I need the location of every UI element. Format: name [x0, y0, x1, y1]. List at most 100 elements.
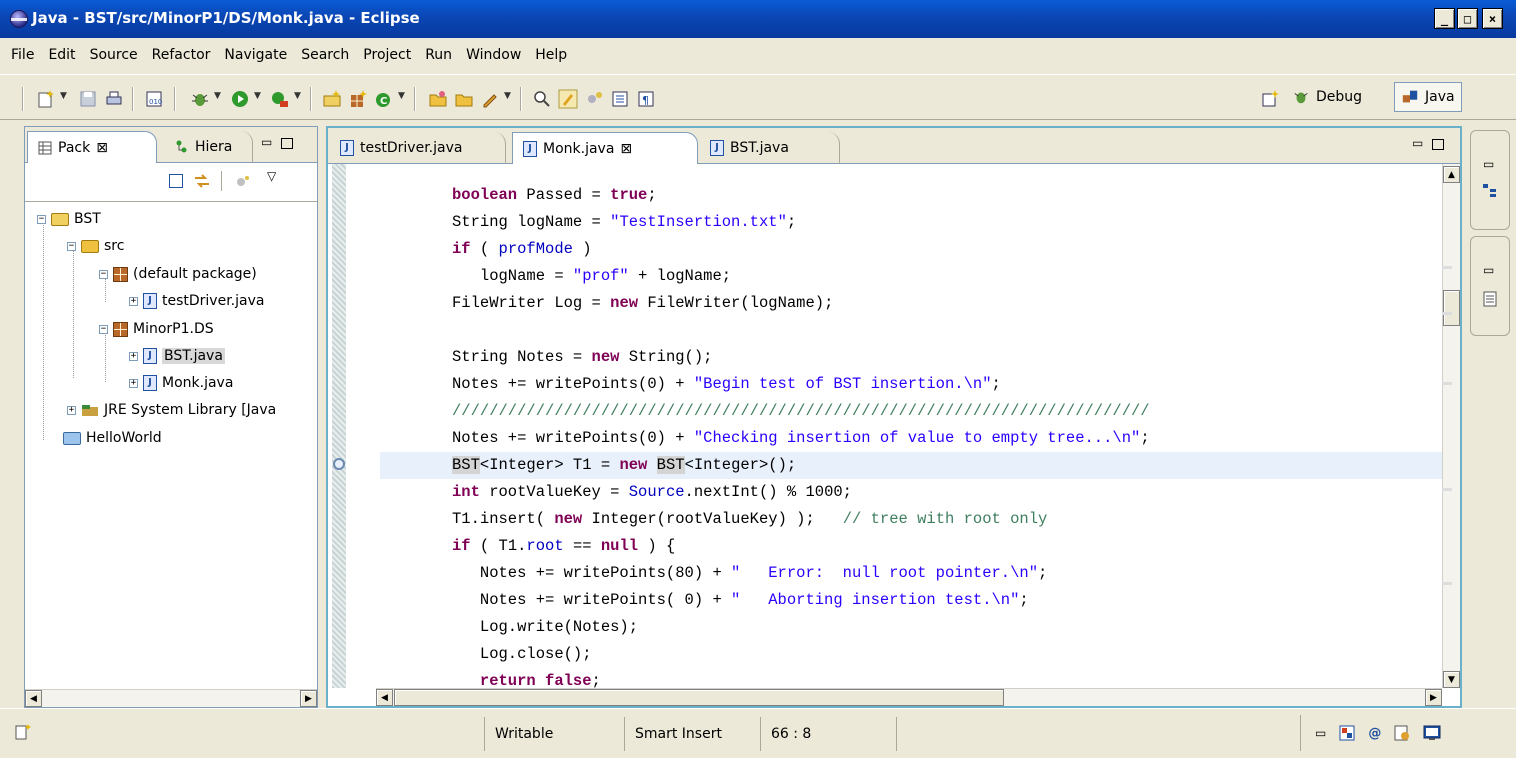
scroll-right-icon[interactable]: ▶ — [300, 690, 317, 707]
tree-expander-icon[interactable]: − — [99, 324, 108, 334]
run-icon[interactable] — [230, 89, 250, 109]
code-line[interactable]: BST<Integer> T1 = new BST<Integer>(); — [380, 452, 1442, 479]
tree-expander-icon[interactable]: + — [129, 351, 138, 361]
code-line[interactable]: String Notes = new String(); — [380, 344, 1442, 371]
new-java-package-icon[interactable] — [348, 89, 368, 109]
restore-view-icon[interactable]: ▭ — [1483, 157, 1494, 171]
link-with-editor-icon[interactable] — [193, 172, 211, 190]
tree-item-testdriver[interactable]: + J testDriver.java — [129, 290, 264, 312]
menu-file[interactable]: File — [4, 47, 41, 63]
code-line[interactable]: ////////////////////////////////////////… — [380, 398, 1442, 425]
declaration-icon[interactable] — [1393, 724, 1411, 742]
open-type-icon[interactable]: 010 — [144, 89, 164, 109]
fast-view-icon[interactable] — [14, 723, 32, 741]
new-java-class-icon[interactable]: C — [374, 89, 394, 109]
new-java-project-icon[interactable] — [322, 89, 342, 109]
tree-item-bst-project[interactable]: − BST — [37, 208, 101, 230]
tree-expander-icon[interactable]: − — [67, 241, 76, 251]
code-line[interactable]: FileWriter Log = new FileWriter(logName)… — [380, 290, 1442, 317]
tree-expander-icon[interactable]: + — [129, 296, 138, 306]
editor-horizontal-scrollbar[interactable]: ◀ ▶ — [376, 688, 1442, 706]
menu-navigate[interactable]: Navigate — [217, 47, 294, 63]
restore-icon[interactable]: ▭ — [1315, 726, 1326, 740]
tree-expander-icon[interactable]: + — [67, 405, 76, 415]
tab-hierarchy[interactable]: Hiera — [165, 131, 253, 163]
tree-expander-icon[interactable]: + — [129, 378, 138, 388]
tree-expander-icon[interactable]: − — [99, 269, 108, 279]
save-icon[interactable] — [78, 89, 98, 109]
tree-item-jre-library[interactable]: + JRE System Library [Java — [67, 399, 317, 421]
new-dropdown-icon[interactable]: ▼ — [60, 91, 67, 101]
tree-horizontal-scrollbar[interactable]: ◀ ▶ — [25, 689, 317, 707]
tree-item-monk-java[interactable]: + J Monk.java — [129, 372, 233, 394]
code-line[interactable]: Notes += writePoints(0) + "Checking inse… — [380, 425, 1442, 452]
tab-testdriver-java[interactable]: J testDriver.java — [330, 132, 506, 164]
tab-close-icon[interactable]: ⊠ — [96, 140, 108, 156]
toggle-breadcrumb-icon[interactable] — [584, 89, 604, 109]
search-icon[interactable] — [532, 89, 552, 109]
code-line[interactable]: if ( T1.root == null ) { — [380, 533, 1442, 560]
menu-help[interactable]: Help — [528, 47, 574, 63]
code-line[interactable] — [380, 317, 1442, 344]
edit-dropdown-icon[interactable]: ▼ — [504, 91, 511, 101]
code-line[interactable]: T1.insert( new Integer(rootValueKey) ); … — [380, 506, 1442, 533]
menu-refactor[interactable]: Refactor — [145, 47, 218, 63]
tab-bst-java[interactable]: J BST.java — [700, 132, 840, 164]
task-list-icon[interactable] — [1482, 291, 1498, 307]
code-line[interactable]: if ( profMode ) — [380, 236, 1442, 263]
print-icon[interactable] — [104, 89, 124, 109]
console-icon[interactable] — [1423, 724, 1441, 742]
scroll-right-icon[interactable]: ▶ — [1425, 689, 1442, 706]
tree-item-src[interactable]: − src — [67, 235, 124, 257]
code-line[interactable]: Notes += writePoints(0) + "Begin test of… — [380, 371, 1442, 398]
collapse-all-icon[interactable] — [169, 174, 183, 188]
menu-window[interactable]: Window — [459, 47, 528, 63]
debug-dropdown-icon[interactable]: ▼ — [214, 91, 221, 101]
maximize-button[interactable]: □ — [1457, 8, 1478, 29]
maximize-view-icon[interactable] — [281, 138, 293, 149]
outline-icon[interactable] — [1482, 183, 1498, 199]
tree-item-bst-java[interactable]: + J BST.java — [129, 345, 225, 367]
code-line[interactable]: String logName = "TestInsertion.txt"; — [380, 209, 1442, 236]
minimize-editor-icon[interactable]: ▭ — [1412, 136, 1423, 150]
tab-monk-java[interactable]: J Monk.java ⊠ — [512, 132, 698, 164]
code-line[interactable]: return false; — [380, 668, 1442, 688]
code-area[interactable]: boolean Passed = true; String logName = "… — [380, 164, 1442, 688]
code-line[interactable]: Notes += writePoints( 0) + " Aborting in… — [380, 587, 1442, 614]
external-tools-icon[interactable] — [270, 89, 290, 109]
minimize-button[interactable]: _ — [1434, 8, 1455, 29]
external-tools-dropdown-icon[interactable]: ▼ — [294, 91, 301, 101]
view-menu-icon[interactable]: ▽ — [267, 169, 276, 183]
edit-icon[interactable] — [480, 89, 500, 109]
code-line[interactable]: boolean Passed = true; — [380, 182, 1442, 209]
menu-run[interactable]: Run — [418, 47, 459, 63]
hierarchy-view-icon[interactable] — [1338, 724, 1356, 742]
tree-item-default-package[interactable]: − (default package) — [99, 263, 257, 285]
open-folder-icon[interactable] — [454, 89, 474, 109]
scroll-left-icon[interactable]: ◀ — [376, 689, 393, 706]
tree-item-minorp1-ds[interactable]: − MinorP1.DS — [99, 318, 214, 340]
breakpoint-marker-icon[interactable] — [333, 458, 345, 470]
tree-item-helloworld[interactable]: HelloWorld — [63, 427, 162, 449]
tab-package-explorer[interactable]: Pack ⊠ — [27, 131, 157, 163]
debug-perspective-button[interactable]: Debug — [1286, 80, 1368, 114]
scroll-left-icon[interactable]: ◀ — [25, 690, 42, 707]
menu-source[interactable]: Source — [83, 47, 145, 63]
open-perspective-icon[interactable] — [1260, 89, 1280, 109]
menu-edit[interactable]: Edit — [41, 47, 82, 63]
tree-expander-icon[interactable]: − — [37, 214, 46, 224]
minimize-view-icon[interactable]: ▭ — [261, 135, 272, 149]
run-dropdown-icon[interactable]: ▼ — [254, 91, 261, 101]
debug-icon[interactable] — [190, 89, 210, 109]
javadoc-icon[interactable]: @ — [1368, 726, 1381, 741]
show-whitespace-icon[interactable]: ¶ — [636, 89, 656, 109]
new-class-dropdown-icon[interactable]: ▼ — [398, 91, 405, 101]
maximize-editor-icon[interactable] — [1432, 139, 1444, 150]
horizontal-scroll-thumb[interactable] — [394, 689, 1004, 706]
restore-view-icon[interactable]: ▭ — [1483, 263, 1494, 277]
java-perspective-button[interactable]: Java — [1394, 82, 1462, 112]
code-line[interactable]: Notes += writePoints(80) + " Error: null… — [380, 560, 1442, 587]
block-selection-icon[interactable] — [610, 89, 630, 109]
menu-search[interactable]: Search — [294, 47, 356, 63]
code-line[interactable]: int rootValueKey = Source.nextInt() % 10… — [380, 479, 1442, 506]
